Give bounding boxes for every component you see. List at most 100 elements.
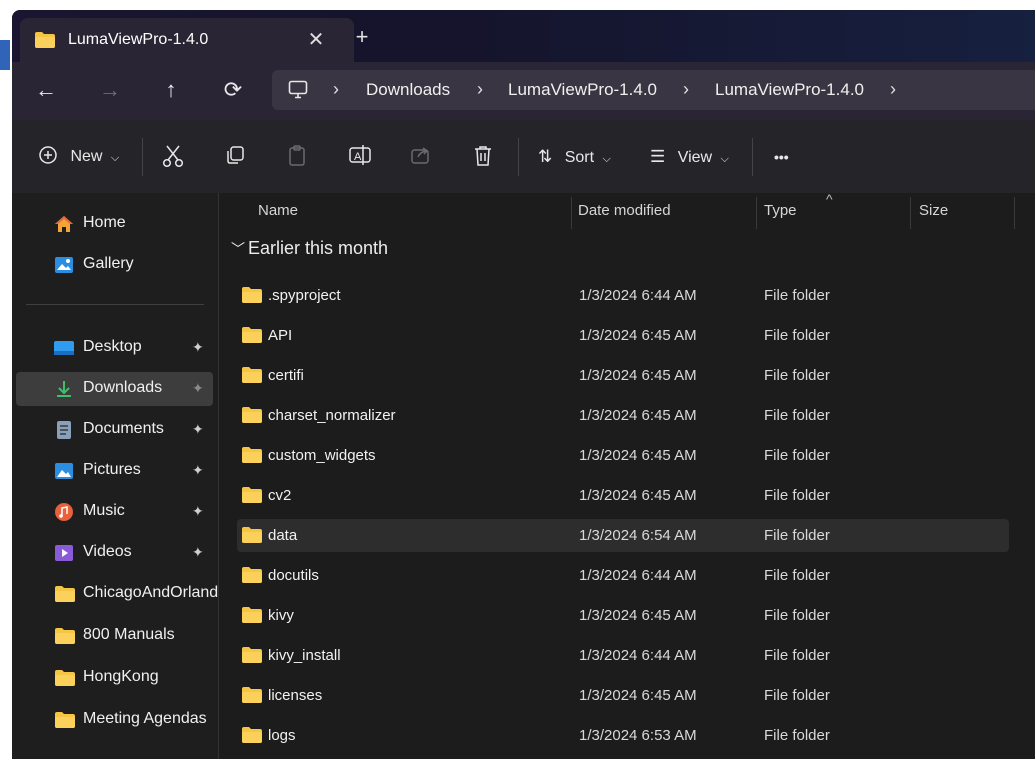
column-header-date[interactable]: Date modified [578, 202, 671, 219]
column-divider[interactable] [1014, 197, 1015, 229]
chevron-down-icon: ⌵ [602, 153, 611, 165]
file-type: File folder [764, 367, 830, 384]
table-row[interactable]: kivy 1/3/2024 6:45 AM File folder [237, 599, 1009, 632]
group-header[interactable]: ﹀ Earlier this month [231, 238, 388, 259]
table-row[interactable]: kivy_install 1/3/2024 6:44 AM File folder [237, 639, 1009, 672]
column-divider[interactable] [910, 197, 911, 229]
sidebar-item-downloads[interactable]: Downloads ✦ [16, 372, 213, 406]
column-header-type[interactable]: Type [764, 202, 797, 219]
sort-button[interactable]: ⇅ Sort ⌵ [538, 144, 611, 170]
music-icon [54, 503, 74, 521]
folder-icon [54, 711, 75, 729]
delete-button[interactable] [472, 144, 494, 170]
table-row[interactable]: cv2 1/3/2024 6:45 AM File folder [237, 479, 1009, 512]
pin-icon[interactable]: ✦ [192, 503, 204, 520]
table-row[interactable]: charset_normalizer 1/3/2024 6:45 AM File f… [237, 399, 1009, 432]
videos-icon [54, 544, 74, 562]
file-type: File folder [764, 607, 830, 624]
table-row[interactable]: docutils 1/3/2024 6:44 AM File folder [237, 559, 1009, 592]
file-explorer-window: LumaViewPro-1.4.0 ✕ + ← → ↑ ⟳ › Download… [12, 10, 1035, 759]
file-date-modified: 1/3/2024 6:45 AM [579, 607, 697, 624]
pin-icon[interactable]: ✦ [192, 421, 204, 438]
sidebar-item-videos[interactable]: Videos ✦ [16, 536, 213, 570]
sidebar-item-label: 800 Manuals [83, 626, 175, 643]
pin-icon[interactable]: ✦ [192, 544, 204, 561]
breadcrumb-separator[interactable]: › [683, 79, 689, 100]
table-row[interactable]: .spyproject 1/3/2024 6:44 AM File folder [237, 279, 1009, 312]
sidebar-item-desktop[interactable]: Desktop ✦ [16, 331, 213, 365]
breadcrumb-separator[interactable]: › [477, 79, 483, 100]
file-type: File folder [764, 727, 830, 744]
paste-button[interactable] [286, 144, 308, 170]
refresh-button[interactable]: ⟳ [218, 76, 248, 106]
chevron-down-icon: ⌵ [110, 152, 120, 164]
sidebar-item-label: HongKong [83, 668, 159, 685]
sidebar-item-documents[interactable]: Documents ✦ [16, 413, 213, 447]
column-divider[interactable] [756, 197, 757, 229]
folder-icon [34, 31, 56, 54]
rename-button[interactable]: A [348, 144, 372, 170]
share-icon [411, 147, 429, 164]
sidebar-item-gallery[interactable]: Gallery [16, 248, 213, 282]
table-row[interactable]: data 1/3/2024 6:54 AM File folder [237, 519, 1009, 552]
column-header-size[interactable]: Size [919, 202, 948, 219]
gallery-icon [54, 256, 74, 274]
cut-button[interactable] [162, 144, 184, 170]
close-tab-icon[interactable]: ✕ [304, 27, 328, 52]
column-divider[interactable] [571, 197, 572, 229]
table-row[interactable]: API 1/3/2024 6:45 AM File folder [237, 319, 1009, 352]
view-button[interactable]: ☰ View ⌵ [650, 144, 729, 170]
folder-icon [241, 606, 263, 629]
breadcrumb-separator[interactable]: › [890, 79, 896, 100]
new-button[interactable]: New ⌵ [38, 144, 119, 170]
tab-title: LumaViewPro-1.4.0 [68, 31, 209, 48]
table-row[interactable]: custom_widgets 1/3/2024 6:45 AM File folde… [237, 439, 1009, 472]
file-type: File folder [764, 447, 830, 464]
back-button[interactable]: ← [31, 76, 61, 106]
table-row[interactable]: licenses 1/3/2024 6:45 AM File folder [237, 679, 1009, 712]
share-button[interactable] [410, 144, 432, 170]
file-date-modified: 1/3/2024 6:45 AM [579, 687, 697, 704]
sidebar-item-chicagoandorland[interactable]: ChicagoAndOrland [16, 577, 218, 611]
pin-icon[interactable]: ✦ [192, 380, 204, 397]
sidebar-item-800-manuals[interactable]: 800 Manuals [16, 619, 213, 653]
table-row[interactable]: logs 1/3/2024 6:53 AM File folder [237, 719, 1009, 752]
this-pc-icon[interactable] [288, 80, 308, 104]
table-row[interactable]: certifi 1/3/2024 6:45 AM File folder [237, 359, 1009, 392]
pin-icon[interactable]: ✦ [192, 462, 204, 479]
column-header-name[interactable]: Name [258, 202, 298, 219]
sidebar-item-label: Pictures [83, 461, 141, 478]
sidebar-item-meeting-agendas[interactable]: Meeting Agendas [16, 703, 213, 737]
pin-icon[interactable]: ✦ [192, 339, 204, 356]
breadcrumb-lumaviewpro-current[interactable]: LumaViewPro-1.4.0 [715, 80, 864, 100]
sidebar-item-music[interactable]: Music ✦ [16, 495, 213, 529]
folder-icon [241, 726, 263, 749]
sidebar-item-pictures[interactable]: Pictures ✦ [16, 454, 213, 488]
sidebar-divider [26, 304, 204, 305]
file-type: File folder [764, 327, 830, 344]
file-type: File folder [764, 687, 830, 704]
breadcrumb-downloads[interactable]: Downloads [366, 80, 450, 100]
forward-button[interactable]: → [95, 76, 125, 106]
trash-icon [475, 146, 491, 166]
more-options-button[interactable]: ••• [774, 144, 789, 170]
sidebar-item-home[interactable]: Home [16, 207, 213, 241]
downloads-icon [54, 380, 74, 398]
sidebar-item-label: Home [83, 214, 126, 231]
address-bar[interactable]: › Downloads › LumaViewPro-1.4.0 › LumaVi… [272, 70, 1035, 110]
sidebar-item-label: Documents [83, 420, 164, 437]
breadcrumb-lumaviewpro[interactable]: LumaViewPro-1.4.0 [508, 80, 657, 100]
up-button[interactable]: ↑ [156, 76, 186, 106]
tab-active[interactable]: LumaViewPro-1.4.0 ✕ [20, 18, 354, 62]
file-date-modified: 1/3/2024 6:45 AM [579, 407, 697, 424]
file-name: logs [268, 727, 296, 744]
file-date-modified: 1/3/2024 6:54 AM [579, 527, 697, 544]
sidebar-item-hongkong[interactable]: HongKong [16, 661, 213, 695]
new-tab-button[interactable]: + [350, 26, 374, 48]
background-window-edge [0, 40, 10, 70]
file-name: kivy_install [268, 647, 341, 664]
breadcrumb-separator[interactable]: › [333, 79, 339, 100]
folder-icon [241, 526, 263, 549]
copy-button[interactable] [224, 144, 246, 170]
sort-label: Sort [564, 149, 595, 166]
